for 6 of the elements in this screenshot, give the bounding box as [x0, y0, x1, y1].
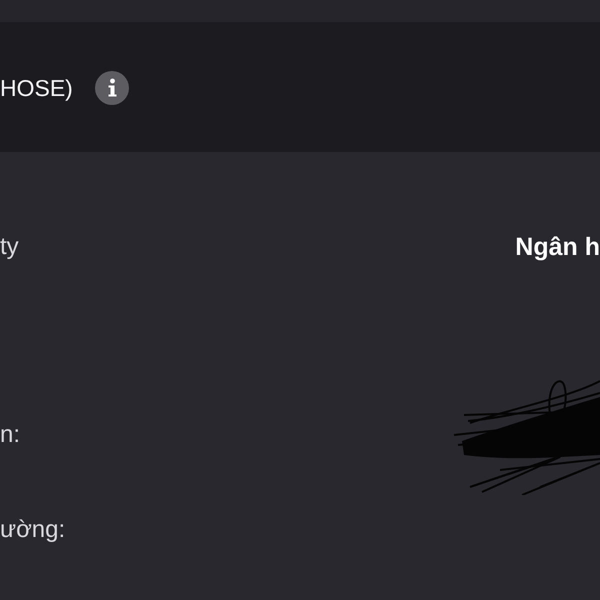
field-label: n:: [0, 420, 20, 450]
field-label: ường:: [0, 515, 66, 545]
field-value: Ngân h: [515, 232, 600, 262]
info-icon[interactable]: [94, 71, 129, 105]
field-label: ty: [0, 232, 19, 262]
header-title: HOSE): [0, 74, 73, 103]
